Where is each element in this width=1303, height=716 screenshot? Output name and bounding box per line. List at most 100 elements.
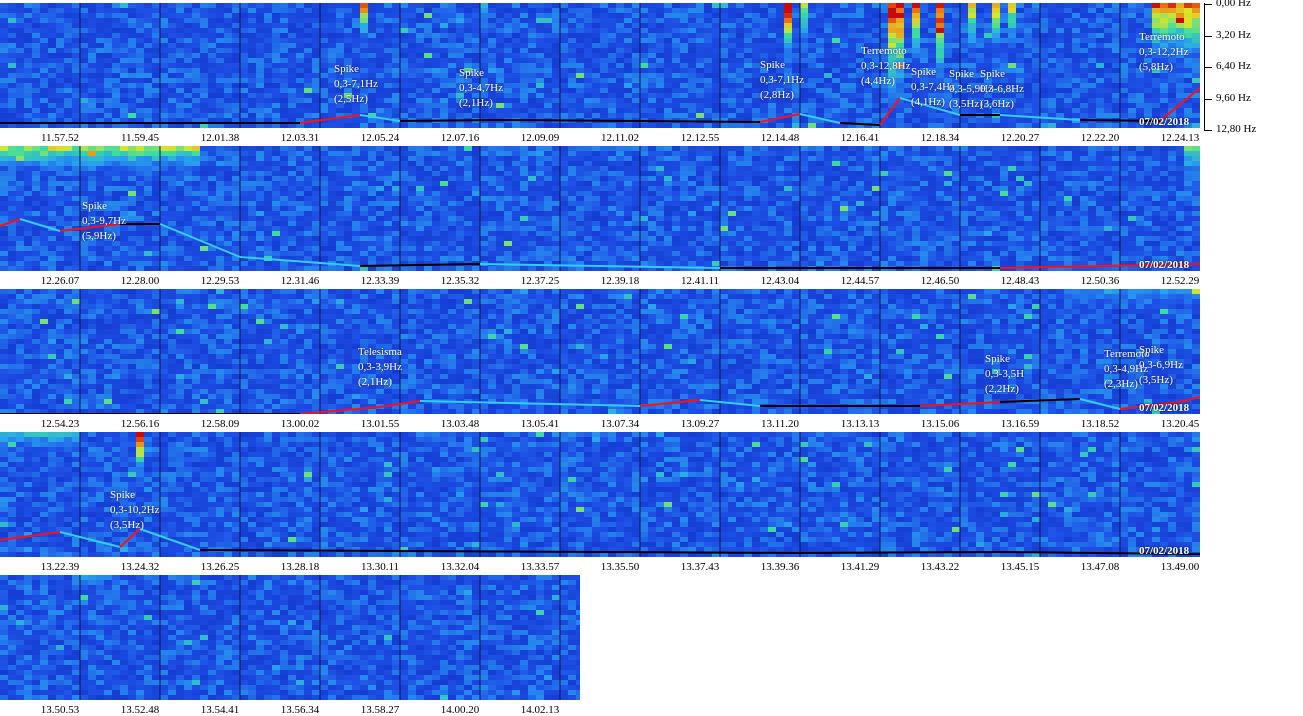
spectrogram-cell <box>592 103 600 108</box>
spectrogram-cell <box>304 226 312 231</box>
spectrogram-cell <box>112 43 120 48</box>
spectrogram-cell <box>864 118 872 123</box>
spectrogram-cell <box>0 103 8 108</box>
spectrogram-cell <box>24 28 32 33</box>
spectrogram-cell <box>16 211 24 216</box>
spectrogram-cell <box>560 68 568 73</box>
spectrogram-cell <box>992 38 1000 43</box>
spectrogram-cell <box>64 113 72 118</box>
spectrogram-cell <box>320 176 328 181</box>
spectrogram-cell <box>616 78 624 83</box>
spectrogram-cell <box>0 108 8 113</box>
spectrogram-cell <box>1072 78 1080 83</box>
spectrogram-cell <box>624 48 632 53</box>
spectrogram-cell <box>128 8 136 13</box>
spectrogram-cell <box>800 13 808 18</box>
spectrogram-cell <box>728 48 736 53</box>
spectrogram-cell <box>696 113 704 118</box>
spectrogram-cell <box>240 191 248 196</box>
spectrogram-cell <box>456 113 464 118</box>
spectrogram-cell <box>496 123 504 128</box>
spectrogram-cell <box>304 123 312 128</box>
spectrogram-cell <box>152 166 160 171</box>
spectrogram-cell <box>184 226 192 231</box>
spectrogram-cell <box>312 58 320 63</box>
spectrogram-cell <box>352 3 360 8</box>
spectrogram-cell <box>272 113 280 118</box>
spectrogram-cell <box>320 256 328 261</box>
spectrogram-cell <box>176 261 184 266</box>
spectrogram-cell <box>232 58 240 63</box>
spectrogram-cell <box>200 113 208 118</box>
spectrogram-cell <box>224 93 232 98</box>
spectrogram-cell <box>752 73 760 78</box>
spectrogram-cell <box>176 53 184 58</box>
spectrogram-cell <box>120 103 128 108</box>
spectrogram-cell <box>544 13 552 18</box>
spectrogram-cell <box>144 48 152 53</box>
spectrogram-cell <box>224 48 232 53</box>
spectrogram-cell <box>296 231 304 236</box>
spectrogram-cell <box>96 88 104 93</box>
spectrogram-cell <box>1120 33 1128 38</box>
spectrogram-cell <box>48 236 56 241</box>
spectrogram-cell <box>1104 23 1112 28</box>
spectrogram-cell <box>704 53 712 58</box>
spectrogram-cell <box>664 23 672 28</box>
spectrogram-cell <box>256 211 264 216</box>
spectrogram-cell <box>576 33 584 38</box>
spectrogram-cell <box>544 68 552 73</box>
spectrogram-cell <box>88 8 96 13</box>
spectrogram-cell <box>1040 78 1048 83</box>
spectrogram-cell <box>168 53 176 58</box>
spectrogram-cell <box>240 261 248 266</box>
spectrogram-cell <box>936 53 944 58</box>
spectrogram-cell <box>368 3 376 8</box>
spectrogram-cell <box>560 83 568 88</box>
spectrogram-cell <box>688 8 696 13</box>
spectrogram-cell <box>584 113 592 118</box>
spectrogram-cell <box>16 161 24 166</box>
spectrogram-cell <box>1048 48 1056 53</box>
spectrogram-cell <box>352 246 360 251</box>
spectrogram-cell <box>48 98 56 103</box>
spectrogram-cell <box>728 103 736 108</box>
spectrogram-cell <box>352 48 360 53</box>
spectrogram-cell <box>200 221 208 226</box>
spectrogram-cell <box>520 8 528 13</box>
spectrogram-cell <box>864 13 872 18</box>
spectrogram-cell <box>72 13 80 18</box>
spectrogram-cell <box>312 98 320 103</box>
spectrogram-cell <box>64 266 72 271</box>
spectrogram-cell <box>256 13 264 18</box>
spectrogram-cell <box>272 221 280 226</box>
spectrogram-cell <box>752 68 760 73</box>
spectrogram-cell <box>616 18 624 23</box>
spectrogram-cell <box>536 63 544 68</box>
spectrogram-cell <box>1192 58 1200 63</box>
spectrogram-cell <box>1192 98 1200 103</box>
spectrogram-cell <box>144 216 152 221</box>
spectrogram-cell <box>552 13 560 18</box>
spectrogram-cell <box>920 53 928 58</box>
spectrogram-cell <box>8 181 16 186</box>
spectrogram-cell <box>200 38 208 43</box>
spectrogram-cell <box>296 251 304 256</box>
spectrogram-cell <box>16 166 24 171</box>
spectrogram-cell <box>1136 108 1144 113</box>
spectrogram-cell <box>1192 118 1200 123</box>
spectrogram-cell <box>112 103 120 108</box>
spectrogram-cell <box>152 191 160 196</box>
spectrogram-cell <box>296 211 304 216</box>
spectrogram-cell <box>440 18 448 23</box>
spectrogram-cell <box>400 83 408 88</box>
spectrogram-cell <box>392 48 400 53</box>
spectrogram-cell <box>248 43 256 48</box>
spectrogram-cell <box>440 93 448 98</box>
spectrogram-cell <box>120 88 128 93</box>
spectrogram-cell <box>144 201 152 206</box>
spectrogram-cell <box>136 211 144 216</box>
spectrogram-cell <box>424 73 432 78</box>
spectrogram-cell <box>1184 78 1192 83</box>
spectrogram-cell <box>680 103 688 108</box>
